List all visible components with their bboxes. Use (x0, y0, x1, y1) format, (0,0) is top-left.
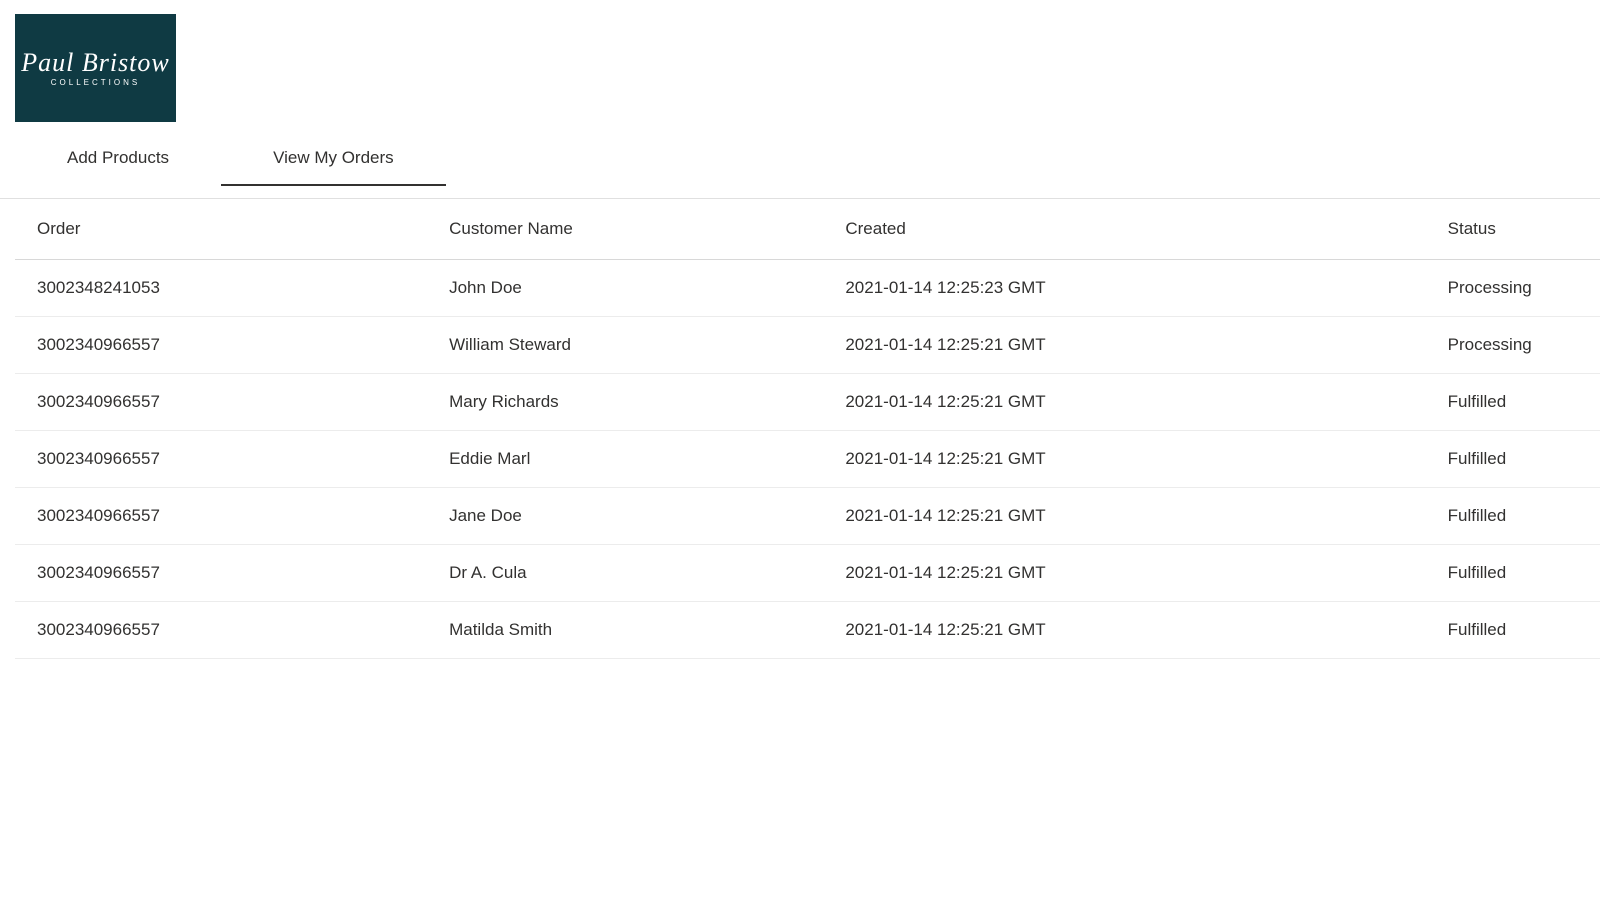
cell-created: 2021-01-14 12:25:21 GMT (823, 317, 1425, 374)
orders-panel: Order Customer Name Created Status 30023… (0, 198, 1600, 659)
table-row[interactable]: 3002340966557Mary Richards2021-01-14 12:… (15, 374, 1600, 431)
table-row[interactable]: 3002340966557Dr A. Cula2021-01-14 12:25:… (15, 545, 1600, 602)
cell-customer: John Doe (427, 260, 823, 317)
table-row[interactable]: 3002348241053John Doe2021-01-14 12:25:23… (15, 260, 1600, 317)
table-row[interactable]: 3002340966557Matilda Smith2021-01-14 12:… (15, 602, 1600, 659)
cell-status: Fulfilled (1426, 602, 1600, 659)
table-header-created[interactable]: Created (823, 199, 1425, 260)
table-row[interactable]: 3002340966557Jane Doe2021-01-14 12:25:21… (15, 488, 1600, 545)
cell-customer: Dr A. Cula (427, 545, 823, 602)
table-header-order[interactable]: Order (15, 199, 427, 260)
cell-created: 2021-01-14 12:25:23 GMT (823, 260, 1425, 317)
cell-status: Fulfilled (1426, 374, 1600, 431)
cell-created: 2021-01-14 12:25:21 GMT (823, 488, 1425, 545)
cell-customer: Matilda Smith (427, 602, 823, 659)
table-row[interactable]: 3002340966557Eddie Marl2021-01-14 12:25:… (15, 431, 1600, 488)
cell-customer: Jane Doe (427, 488, 823, 545)
brand-logo: Paul Bristow COLLECTIONS (15, 14, 176, 122)
cell-customer: William Steward (427, 317, 823, 374)
cell-order: 3002340966557 (15, 374, 427, 431)
cell-status: Fulfilled (1426, 488, 1600, 545)
orders-table: Order Customer Name Created Status 30023… (15, 199, 1600, 659)
cell-order: 3002340966557 (15, 602, 427, 659)
brand-logo-subtitle: COLLECTIONS (21, 78, 170, 87)
brand-logo-text: Paul Bristow (21, 48, 170, 77)
table-header-row: Order Customer Name Created Status (15, 199, 1600, 260)
cell-created: 2021-01-14 12:25:21 GMT (823, 374, 1425, 431)
cell-status: Fulfilled (1426, 545, 1600, 602)
cell-customer: Mary Richards (427, 374, 823, 431)
cell-order: 3002340966557 (15, 488, 427, 545)
cell-created: 2021-01-14 12:25:21 GMT (823, 431, 1425, 488)
cell-created: 2021-01-14 12:25:21 GMT (823, 602, 1425, 659)
table-row[interactable]: 3002340966557William Steward2021-01-14 1… (15, 317, 1600, 374)
tab-view-my-orders[interactable]: View My Orders (221, 136, 446, 186)
cell-customer: Eddie Marl (427, 431, 823, 488)
cell-created: 2021-01-14 12:25:21 GMT (823, 545, 1425, 602)
cell-status: Fulfilled (1426, 431, 1600, 488)
table-header-status[interactable]: Status (1426, 199, 1600, 260)
cell-order: 3002348241053 (15, 260, 427, 317)
tab-add-products[interactable]: Add Products (15, 136, 221, 186)
cell-order: 3002340966557 (15, 431, 427, 488)
cell-status: Processing (1426, 317, 1600, 374)
tab-bar: Add Products View My Orders (0, 136, 1600, 186)
cell-order: 3002340966557 (15, 317, 427, 374)
cell-status: Processing (1426, 260, 1600, 317)
table-header-customer[interactable]: Customer Name (427, 199, 823, 260)
cell-order: 3002340966557 (15, 545, 427, 602)
